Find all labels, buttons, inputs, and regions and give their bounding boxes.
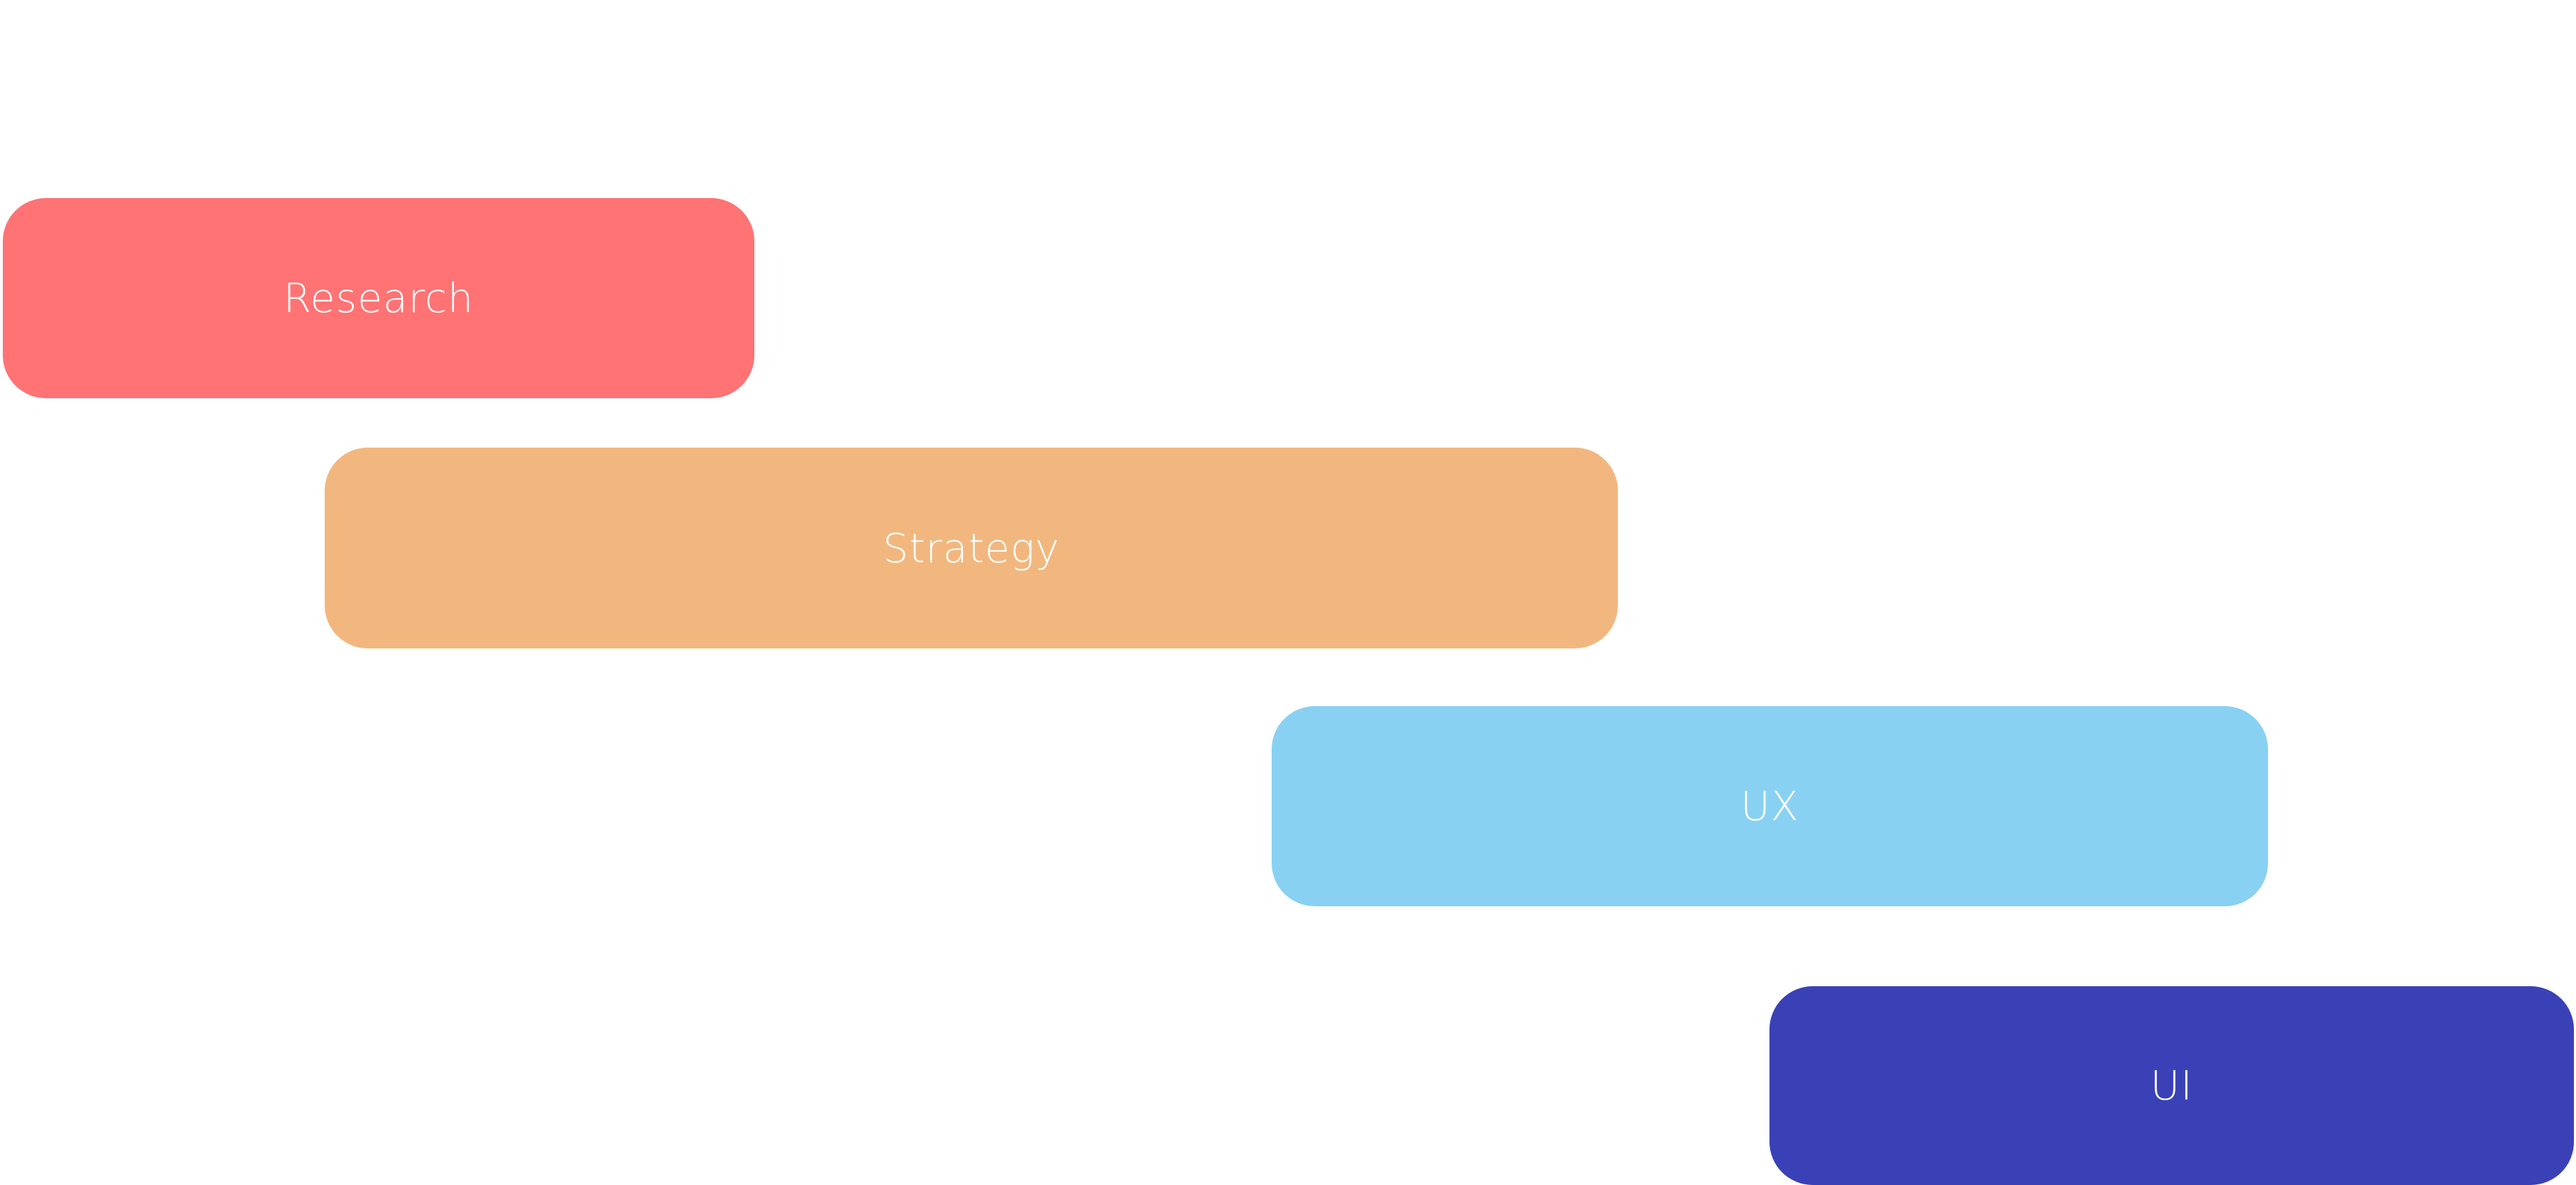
phase-bar-ui: UI (1769, 986, 2574, 1185)
phase-label-research: Research (283, 275, 474, 322)
phase-label-ui: UI (2150, 1062, 2194, 1109)
phase-bar-strategy: Strategy (325, 448, 1618, 648)
phase-label-ux: UX (1740, 783, 1799, 830)
phase-bar-ux: UX (1272, 706, 2268, 906)
phase-label-strategy: Strategy (882, 524, 1060, 572)
phase-bar-research: Research (3, 198, 754, 398)
